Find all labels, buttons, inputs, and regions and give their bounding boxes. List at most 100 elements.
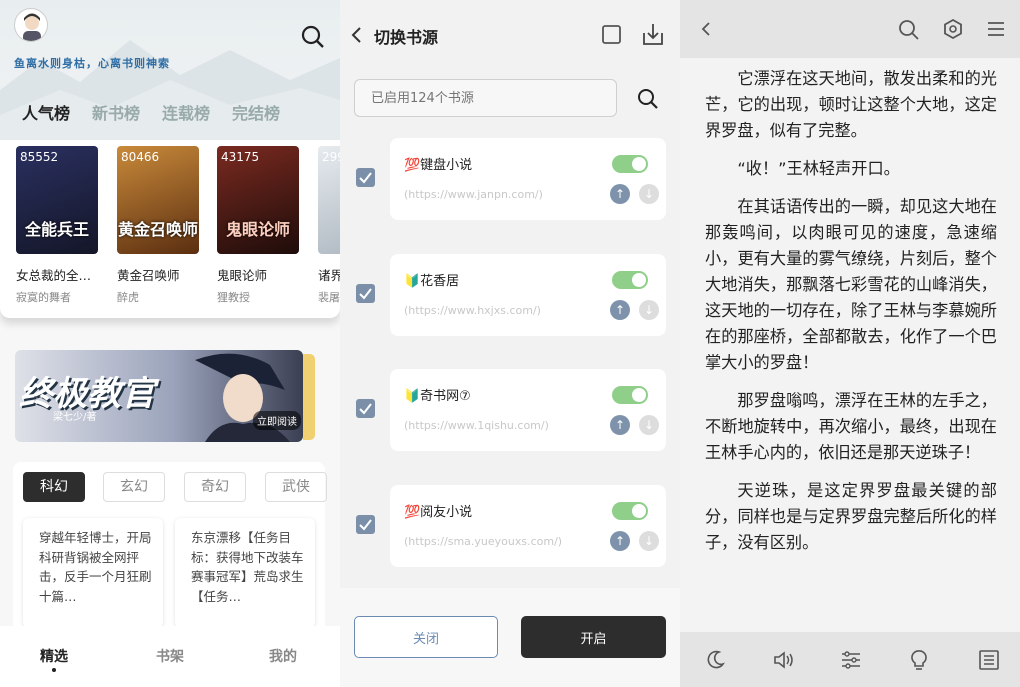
book-name: 黄金召唤师 — [117, 268, 180, 283]
bottom-nav: 精选 书架 我的 — [0, 626, 340, 687]
recommend-text: 穿越年轻博士，开局科研背锅被全网抨击，反手一个月狂刷十篇… — [39, 530, 152, 604]
tab-xuanhuan[interactable]: 玄幻 — [103, 472, 165, 502]
nav-mine[interactable]: 我的 — [269, 646, 297, 666]
home-screen: 鱼离水则身枯，心离书则神索 人气榜 新书榜 连载榜 完结榜 85552 全能兵王… — [0, 0, 340, 687]
move-down-icon[interactable]: ↓ — [639, 300, 659, 320]
tab-popular[interactable]: 人气榜 — [22, 100, 70, 124]
back-icon[interactable] — [350, 26, 364, 44]
reader-topbar — [680, 0, 1020, 58]
search-icon[interactable] — [300, 24, 326, 50]
move-up-icon[interactable]: ↑ — [610, 531, 630, 551]
book-card[interactable]: 80466 黄金召唤师 黄金召唤师 醉虎 — [117, 146, 199, 305]
tab-finished[interactable]: 完结榜 — [232, 100, 280, 124]
book-card[interactable]: 85552 全能兵王 女总裁的全… 寂寞的舞者 — [16, 146, 98, 305]
source-checkbox[interactable] — [356, 399, 375, 418]
settings-icon[interactable] — [942, 18, 964, 40]
tab-scifi[interactable]: 科幻 — [23, 472, 85, 502]
recommend-card[interactable]: 穿越年轻博士，开局科研背锅被全网抨击，反手一个月狂刷十篇… — [23, 518, 163, 628]
cover-title: 鬼眼论师 — [225, 220, 290, 239]
rank-tabs: 人气榜 新书榜 连载榜 完结榜 — [22, 100, 280, 124]
close-button[interactable]: 关闭 — [354, 616, 498, 658]
move-down-icon[interactable]: ↓ — [639, 415, 659, 435]
search-icon[interactable] — [636, 87, 660, 111]
move-up-icon[interactable]: ↑ — [610, 415, 630, 435]
nav-featured[interactable]: 精选 — [40, 646, 68, 666]
popularity-count: 80466 — [121, 150, 160, 164]
hero-header: 鱼离水则身枯，心离书则神索 人气榜 新书榜 连载榜 完结榜 — [0, 0, 340, 140]
move-up-icon[interactable]: ↑ — [610, 300, 630, 320]
move-up-icon[interactable]: ↑ — [610, 184, 630, 204]
source-name: 💯阅友小说 — [404, 505, 473, 520]
paragraph: 天逆珠，是这定界罗盘最关键的部分，同样也是与定界罗盘完整后所化的样子，没有区别。 — [705, 481, 997, 552]
source-name: 🔰奇书网⑦ — [404, 389, 471, 404]
recommend-card[interactable]: 东京漂移【任务目标：获得地下改装车赛事冠军】荒岛求生【任务… — [175, 518, 315, 628]
import-icon[interactable] — [640, 21, 666, 47]
book-author: 裴屠 — [318, 291, 340, 304]
paragraph: 那罗盘嗡鸣，漂浮在王林的左手之，不断地旋转中，再次缩小，最终，出现在王林手心内的… — [705, 391, 997, 462]
recommend-text: 东京漂移【任务目标：获得地下改装车赛事冠军】荒岛求生【任务… — [191, 530, 304, 604]
source-item[interactable]: 💯键盘小说 (https://www.janpn.com/) ↑ ↓ — [390, 138, 666, 220]
popularity-count: 299 — [322, 150, 340, 164]
source-item[interactable]: 🔰奇书网⑦ (https://www.1qishu.com/) ↑ ↓ — [390, 369, 666, 451]
source-url: (https://sma.yueyouxs.com/) — [404, 535, 563, 548]
reader-toolbar — [680, 632, 1020, 687]
read-now-button[interactable]: 立即阅读 — [253, 411, 301, 430]
speaker-icon[interactable] — [772, 649, 796, 671]
source-toggle[interactable] — [612, 271, 648, 289]
source-name: 🔰花香居 — [404, 274, 460, 289]
source-url: (https://www.hxjxs.com/) — [404, 304, 541, 317]
next-banner-peek[interactable] — [303, 354, 315, 440]
source-checkbox[interactable] — [356, 284, 375, 303]
paragraph: 它漂浮在这天地间，散发出柔和的光芒，它的出现，顿时让这整个大地，这定界罗盘，似有… — [705, 69, 997, 140]
book-author: 醉虎 — [117, 291, 139, 304]
source-search-input[interactable] — [354, 79, 617, 117]
banner-author: 梁七少/著 — [53, 412, 97, 423]
back-icon[interactable] — [700, 21, 712, 39]
catalog-icon[interactable] — [978, 649, 1000, 671]
reader-screen: 它漂浮在这天地间，散发出柔和的光芒，它的出现，顿时让这整个大地，这定界罗盘，似有… — [680, 0, 1020, 687]
tab-serial[interactable]: 连载榜 — [162, 100, 210, 124]
promo-banner[interactable]: 终极教官 梁七少/著 立即阅读 — [15, 350, 303, 442]
source-url: (https://www.1qishu.com/) — [404, 419, 549, 432]
source-item[interactable]: 💯阅友小说 (https://sma.yueyouxs.com/) ↑ ↓ — [390, 485, 666, 567]
book-author: 狸教授 — [217, 291, 250, 304]
genre-section: 科幻 玄幻 奇幻 武侠 穿越年轻博士，开局科研背锅被全网抨击，反手一个月狂刷十篇… — [13, 462, 327, 632]
chapter-content: 它漂浮在这天地间，散发出柔和的光芒，它的出现，顿时让这整个大地，这定界罗盘，似有… — [705, 66, 997, 632]
book-card[interactable]: 43175 鬼眼论师 鬼眼论师 狸教授 — [217, 146, 299, 305]
source-checkbox[interactable] — [356, 515, 375, 534]
enable-button[interactable]: 开启 — [521, 616, 666, 658]
source-toggle[interactable] — [612, 155, 648, 173]
select-all-checkbox[interactable] — [601, 24, 623, 46]
night-mode-icon[interactable] — [704, 649, 726, 671]
avatar[interactable] — [14, 8, 48, 42]
bulb-icon[interactable] — [908, 649, 930, 671]
source-item[interactable]: 🔰花香居 (https://www.hxjxs.com/) ↑ ↓ — [390, 254, 666, 336]
book-cover: 85552 全能兵王 — [16, 146, 98, 254]
menu-icon[interactable] — [986, 20, 1006, 38]
move-down-icon[interactable]: ↓ — [639, 184, 659, 204]
adjust-icon[interactable] — [840, 649, 862, 671]
source-toggle[interactable] — [612, 502, 648, 520]
tab-wuxia[interactable]: 武侠 — [265, 472, 327, 502]
source-toggle[interactable] — [612, 386, 648, 404]
book-author: 寂寞的舞者 — [16, 291, 71, 304]
tab-fantasy[interactable]: 奇幻 — [184, 472, 246, 502]
book-name: 诸界 — [318, 268, 340, 283]
source-checkbox[interactable] — [356, 168, 375, 187]
book-name: 鬼眼论师 — [217, 268, 268, 283]
source-url: (https://www.janpn.com/) — [404, 188, 543, 201]
move-down-icon[interactable]: ↓ — [639, 531, 659, 551]
active-indicator — [52, 668, 56, 672]
source-name: 💯键盘小说 — [404, 158, 473, 173]
search-icon[interactable] — [898, 19, 920, 41]
paragraph: “收！”王林轻声开口。 — [737, 159, 900, 178]
page-title: 切换书源 — [374, 28, 439, 47]
source-switch-screen: 切换书源 💯键盘小说 (https://www.janpn.com/) ↑ ↓ … — [340, 0, 680, 687]
popularity-count: 85552 — [20, 150, 59, 164]
book-card[interactable]: 299 诸界 裴屠 — [318, 146, 340, 305]
tab-new[interactable]: 新书榜 — [92, 100, 140, 124]
nav-bookshelf[interactable]: 书架 — [156, 646, 184, 666]
cover-title: 黄金召唤师 — [117, 220, 198, 239]
ranking-books: 85552 全能兵王 女总裁的全… 寂寞的舞者 80466 黄金召唤师 黄金召唤… — [0, 140, 340, 318]
book-cover: 43175 鬼眼论师 — [217, 146, 299, 254]
